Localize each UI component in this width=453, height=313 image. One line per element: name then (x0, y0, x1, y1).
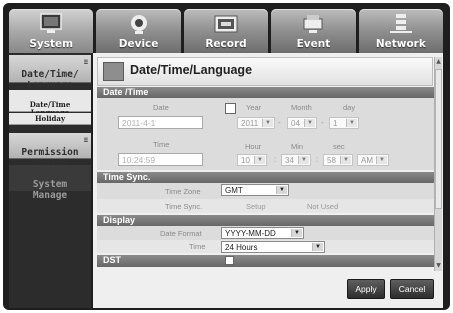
main-panel: Date/Time/Language Date /Time Date 2011-… (93, 53, 443, 308)
camera-icon (130, 15, 147, 34)
tab-network[interactable]: Network (358, 9, 444, 53)
top-nav: System Device Record Event Network (9, 9, 444, 53)
time-zone-label: Time Zone (165, 187, 201, 196)
hour-label: Hour (245, 142, 262, 151)
settings-page-icon (103, 62, 124, 81)
tab-event-label: Event (296, 38, 331, 50)
chevron-down-icon: ▼ (376, 156, 387, 164)
scroll-down-icon[interactable]: ▼ (435, 261, 442, 271)
day-label: day (343, 103, 356, 112)
month-select[interactable]: 04 ▼ (287, 117, 317, 129)
tab-network-label: Network (375, 38, 426, 50)
min-select[interactable]: 34 ▼ (281, 154, 311, 166)
expand-marker-icon: ≡ (83, 58, 88, 66)
date-format-select[interactable]: YYYY-MM-DD ▼ (221, 227, 304, 239)
month-value: 04 (291, 119, 300, 128)
day-select[interactable]: 1 ▼ (329, 117, 359, 129)
chevron-down-icon: ▼ (291, 229, 302, 237)
time-label: Time (153, 140, 170, 149)
sidebar-subitem-label: Holiday (34, 114, 66, 123)
tab-record-label: Record (205, 38, 247, 50)
time-sync-label: Time Sync. (165, 202, 203, 211)
dst-checkbox[interactable] (225, 256, 234, 265)
date-format-value: YYYY-MM-DD (225, 229, 276, 238)
ampm-select[interactable]: AM ▼ (357, 154, 389, 166)
chevron-down-icon: ▼ (276, 186, 287, 194)
scrollbar[interactable]: ▲ ▼ (434, 57, 442, 271)
expand-marker-icon: ≡ (83, 136, 88, 144)
dvr-settings-window: System Device Record Event Network Date/… (3, 3, 450, 310)
date-format-label: Date Format (160, 229, 202, 238)
sidebar-subitem-holiday[interactable]: Holiday (9, 113, 91, 125)
chevron-down-icon: ▼ (298, 156, 309, 164)
sidebar-item-label: System Manage (32, 179, 68, 201)
time-sync-setup-link[interactable]: Setup (246, 202, 266, 211)
cancel-button[interactable]: Cancel (390, 279, 434, 299)
hour-value: 10 (241, 156, 250, 165)
min-value: 34 (285, 156, 294, 165)
chevron-down-icon: ▼ (262, 119, 273, 127)
date-field[interactable]: 2011-4-1 (118, 116, 203, 129)
date-separator: - (278, 118, 281, 127)
year-label: Year (246, 103, 262, 112)
chevron-down-icon: ▼ (346, 119, 357, 127)
network-icon (389, 14, 412, 33)
chevron-down-icon: ▼ (254, 156, 265, 164)
sidebar-subitem-date-time-language[interactable]: Date/Time Language (9, 90, 91, 117)
time-separator: : (316, 155, 319, 164)
date-label: Date (153, 103, 169, 112)
monitor-icon (40, 13, 62, 33)
section-header-dst: DST (97, 255, 434, 267)
year-select[interactable]: 2011 ▼ (237, 117, 275, 129)
sidebar-item-label: Date/Time/ Language (21, 69, 79, 91)
chevron-down-icon: ▼ (340, 156, 351, 164)
alarm-icon (303, 15, 323, 33)
page-title: Date/Time/Language (130, 63, 253, 77)
hour-select[interactable]: 10 ▼ (237, 154, 267, 166)
time-format-select[interactable]: 24 Hours ▼ (221, 241, 325, 253)
tab-system[interactable]: System (9, 9, 94, 53)
page-header: Date/Time/Language (97, 57, 433, 86)
date-separator: - (321, 118, 324, 127)
record-icon (214, 15, 238, 33)
sidebar-item-system-manage[interactable]: System Manage (9, 165, 91, 201)
time-format-value: 24 Hours (225, 243, 258, 252)
tab-device-label: Device (118, 38, 159, 50)
section-header-time-sync: Time Sync. (97, 172, 434, 183)
sec-value: 58 (327, 156, 336, 165)
scroll-up-icon[interactable]: ▲ (435, 57, 442, 67)
sidebar-item-permission-manage[interactable]: Permission Manage ≡ (9, 133, 91, 169)
sidebar: Date/Time/ Language ≡ Date/Time Language… (9, 53, 91, 308)
month-label: Month (291, 103, 312, 112)
day-value: 1 (333, 119, 338, 128)
time-separator: : (274, 155, 277, 164)
date-set-checkbox[interactable] (225, 103, 236, 114)
sec-select[interactable]: 58 ▼ (323, 154, 353, 166)
time-sync-status: Not Used (307, 202, 339, 211)
tab-device[interactable]: Device (96, 9, 181, 53)
chevron-down-icon: ▼ (312, 243, 323, 251)
display-time-label: Time (189, 242, 206, 251)
section-header-date-time: Date /Time (97, 87, 434, 98)
year-value: 2011 (241, 119, 259, 128)
time-zone-value: GMT (225, 186, 243, 195)
min-label: Min (291, 142, 304, 151)
time-field[interactable]: 10:24:59 (118, 153, 203, 166)
sec-label: sec (333, 142, 345, 151)
ampm-value: AM (361, 156, 373, 165)
section-header-display: Display (97, 215, 434, 226)
tab-system-label: System (29, 38, 74, 50)
sidebar-item-date-time-language[interactable]: Date/Time/ Language ≡ (9, 55, 91, 91)
tab-event[interactable]: Event (271, 9, 356, 53)
scrollbar-thumb[interactable] (435, 69, 442, 209)
apply-button[interactable]: Apply (347, 279, 385, 299)
chevron-down-icon: ▼ (304, 119, 315, 127)
tab-record[interactable]: Record (183, 9, 269, 53)
time-zone-select[interactable]: GMT ▼ (221, 184, 289, 196)
